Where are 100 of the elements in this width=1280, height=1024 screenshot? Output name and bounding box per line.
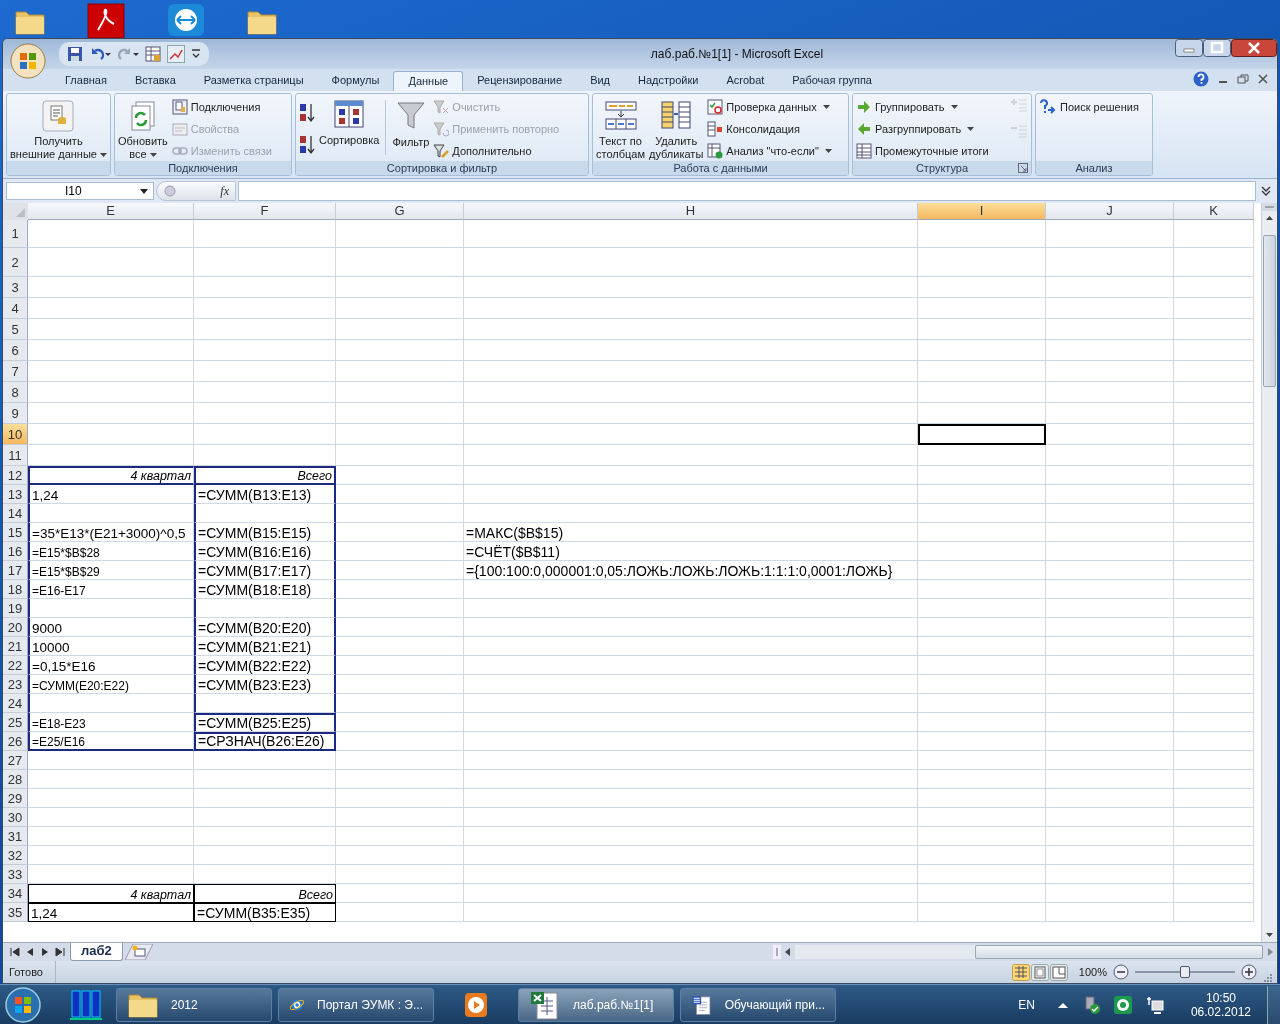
- ribbon-button[interactable]: Получить внешние данные: [10, 98, 107, 161]
- row-header[interactable]: 17: [3, 561, 28, 580]
- restore-icon[interactable]: [1237, 73, 1249, 85]
- normal-view-icon[interactable]: [1011, 963, 1030, 981]
- column-header[interactable]: J: [1046, 203, 1174, 220]
- ribbon-tab[interactable]: Acrobat: [712, 71, 779, 91]
- row-header[interactable]: 14: [3, 504, 28, 523]
- row-header[interactable]: 26: [3, 732, 28, 751]
- slider-thumb[interactable]: [1180, 966, 1190, 978]
- row-header[interactable]: 7: [3, 361, 28, 382]
- pdf-document-icon[interactable]: [86, 2, 126, 38]
- last-sheet-icon[interactable]: [54, 946, 66, 958]
- sort-ascending-icon[interactable]: [299, 102, 315, 124]
- first-sheet-icon[interactable]: [9, 946, 21, 958]
- ribbon-button[interactable]: Проверка данных: [707, 98, 832, 116]
- column-header[interactable]: I: [918, 203, 1046, 220]
- taskbar-button[interactable]: 2012: [116, 987, 272, 1022]
- start-button[interactable]: [2, 985, 44, 1024]
- row-header[interactable]: 33: [3, 865, 28, 884]
- ribbon-tab[interactable]: Данные: [393, 71, 464, 91]
- insert-function-button[interactable]: fx: [220, 183, 229, 199]
- formula-input[interactable]: [238, 181, 1256, 201]
- row-header[interactable]: 8: [3, 382, 28, 403]
- row-header[interactable]: 6: [3, 340, 28, 361]
- redo-icon[interactable]: [117, 46, 139, 62]
- ribbon-button[interactable]: Разгруппировать: [856, 120, 989, 138]
- row-header[interactable]: 15: [3, 523, 28, 542]
- name-box[interactable]: I10: [6, 182, 154, 200]
- maximize-button[interactable]: [1203, 39, 1231, 57]
- ribbon-button[interactable]: Текст по столбцам: [596, 98, 645, 161]
- row-header[interactable]: 2: [3, 248, 28, 277]
- column-header[interactable]: H: [464, 203, 918, 220]
- ribbon-tab[interactable]: Рабочая группа: [778, 71, 886, 91]
- column-header[interactable]: K: [1174, 203, 1254, 220]
- eye-icon[interactable]: [1112, 994, 1133, 1015]
- scrollbar-thumb[interactable]: [1263, 235, 1276, 387]
- clock-date[interactable]: 06.02.2012: [1190, 1004, 1251, 1019]
- row-header[interactable]: 35: [3, 903, 28, 922]
- row-header[interactable]: 22: [3, 656, 28, 675]
- ribbon-button[interactable]: Анализ "что-если": [707, 142, 832, 160]
- server-racks-icon[interactable]: [70, 988, 102, 1021]
- page-break-icon[interactable]: [1049, 963, 1068, 981]
- row-header[interactable]: 20: [3, 618, 28, 637]
- scrollbar-thumb[interactable]: [975, 945, 1263, 959]
- sheet-tab[interactable]: лаб2: [70, 943, 123, 961]
- ribbon-button[interactable]: Обновить все: [118, 98, 168, 161]
- ribbon-tab[interactable]: Вид: [576, 71, 625, 91]
- row-header[interactable]: 24: [3, 694, 28, 713]
- ribbon-tab[interactable]: Рецензирование: [463, 71, 577, 91]
- row-header[interactable]: 13: [3, 485, 28, 504]
- arrows-icon[interactable]: [166, 2, 206, 38]
- row-header[interactable]: 34: [3, 884, 28, 903]
- ribbon-button[interactable]: Фильтр: [392, 98, 430, 149]
- ribbon-button[interactable]: Подключения: [171, 98, 272, 116]
- ribbon-tab[interactable]: Главная: [51, 71, 121, 91]
- ribbon-tab[interactable]: Разметка страницы: [189, 71, 318, 91]
- row-header[interactable]: 27: [3, 751, 28, 770]
- row-header[interactable]: 29: [3, 789, 28, 808]
- clock-time[interactable]: 10:50: [1205, 990, 1236, 1005]
- row-header[interactable]: 32: [3, 846, 28, 865]
- minimize-button[interactable]: [1175, 39, 1203, 57]
- ribbon-button[interactable]: Дополнительно: [433, 142, 560, 160]
- close-icon[interactable]: [1257, 73, 1269, 85]
- taskbar-button[interactable]: лаб.раб.№1[1]: [518, 987, 674, 1022]
- undo-icon[interactable]: [89, 46, 111, 62]
- chart-icon[interactable]: [167, 45, 185, 63]
- close-button[interactable]: [1231, 39, 1277, 57]
- row-header[interactable]: 12: [3, 466, 28, 485]
- network-icon[interactable]: [1144, 994, 1165, 1015]
- row-header[interactable]: 23: [3, 675, 28, 694]
- ribbon-button[interactable]: Сортировка: [319, 98, 380, 147]
- split-handle-icon[interactable]: [773, 945, 781, 959]
- column-header[interactable]: E: [28, 203, 194, 220]
- row-header[interactable]: 4: [3, 298, 28, 319]
- ribbon-button[interactable]: Консолидация: [707, 120, 832, 138]
- zoom-out-icon[interactable]: [1113, 964, 1129, 980]
- zoom-in-icon[interactable]: [1241, 964, 1257, 980]
- column-header[interactable]: G: [336, 203, 464, 220]
- help-icon[interactable]: [1193, 71, 1209, 87]
- save-icon[interactable]: [67, 46, 83, 62]
- row-header[interactable]: 19: [3, 599, 28, 618]
- ribbon-button[interactable]: Промежуточные итоги: [856, 142, 989, 160]
- ribbon-tab[interactable]: Формулы: [317, 71, 394, 91]
- sort-descending-icon[interactable]: [299, 134, 315, 156]
- split-handle-icon[interactable]: [1262, 203, 1277, 211]
- expand-icon[interactable]: [1261, 186, 1271, 196]
- row-header[interactable]: 10: [3, 424, 28, 445]
- zoom-level[interactable]: 100%: [1078, 966, 1107, 978]
- vertical-scrollbar[interactable]: [1261, 203, 1277, 942]
- row-header[interactable]: 11: [3, 445, 28, 466]
- taskbar-button[interactable]: Портал ЭУМК : Э...: [278, 987, 434, 1022]
- column-header[interactable]: F: [194, 203, 336, 220]
- customize-icon[interactable]: [191, 48, 201, 60]
- show-desktop-button[interactable]: [1267, 985, 1280, 1024]
- row-header[interactable]: 21: [3, 637, 28, 656]
- taskbar-button[interactable]: Обучающий при...: [680, 987, 836, 1022]
- dialog-launcher-icon[interactable]: [1018, 163, 1028, 173]
- ribbon-tab[interactable]: Надстройки: [624, 71, 713, 91]
- row-header[interactable]: 18: [3, 580, 28, 599]
- row-header[interactable]: 9: [3, 403, 28, 424]
